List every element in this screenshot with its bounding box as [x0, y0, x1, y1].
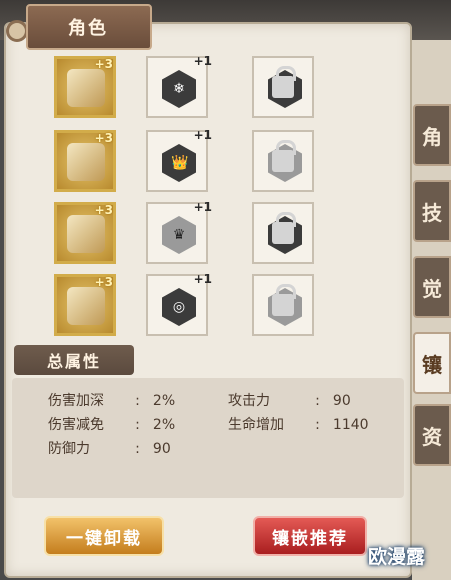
crown-gem-icon: ♛	[162, 216, 196, 254]
padlock-icon	[272, 284, 296, 316]
equipment-slot[interactable]: +3	[54, 130, 116, 192]
section-title: 总属性	[14, 345, 134, 375]
boots-icon	[67, 215, 105, 253]
crown-gem-icon: 👑	[162, 144, 196, 182]
tab-resource[interactable]: 资	[413, 404, 451, 466]
locked-slot[interactable]	[252, 202, 314, 264]
padlock-icon	[272, 212, 296, 244]
gem-row: +3 👑 +1	[46, 126, 392, 194]
gem-row: +3 ◎ +1	[46, 270, 392, 338]
padlock-icon	[272, 66, 296, 98]
snowflake-gem-icon: ❄	[162, 70, 196, 108]
tab-awaken[interactable]: 觉	[413, 256, 451, 318]
gem-plus: +1	[193, 128, 212, 142]
stat-attack: 攻击力 : 90	[228, 393, 351, 409]
stat-damage-boost: 伤害加深 : 2%	[48, 393, 176, 409]
equip-plus: +3	[94, 275, 113, 289]
padlock-icon	[272, 140, 296, 172]
equipment-slot[interactable]: +3	[54, 274, 116, 336]
sword-icon	[67, 69, 105, 107]
tab-inlay[interactable]: 镶	[413, 332, 451, 394]
stat-defense: 防御力 : 90	[48, 441, 171, 457]
gem-row: +3 ♛ +1	[46, 198, 392, 266]
gem-row: +3 ❄ +1	[46, 52, 392, 120]
gem-slot[interactable]: ◎ +1	[146, 272, 212, 336]
stats-panel: 伤害加深 : 2% 伤害减免 : 2% 防御力 : 90 攻击力 : 90 生命…	[12, 378, 404, 498]
unload-all-button[interactable]: 一键卸载	[44, 516, 164, 556]
gem-slot[interactable]: ♛ +1	[146, 200, 212, 264]
equipment-slot[interactable]: +3	[54, 56, 116, 118]
stat-health-increase: 生命增加 : 1140	[228, 417, 369, 433]
inlay-recommend-button[interactable]: 镶嵌推荐	[253, 516, 367, 556]
equip-plus: +3	[94, 203, 113, 217]
gem-slot[interactable]: ❄ +1	[146, 54, 212, 118]
page-title: 角色	[26, 4, 152, 50]
equip-plus: +3	[94, 131, 113, 145]
gem-plus: +1	[193, 54, 212, 68]
eye-gem-icon: ◎	[162, 288, 196, 326]
watermark: 欧漫露	[368, 546, 426, 568]
tab-skill[interactable]: 技	[413, 180, 451, 242]
gem-plus: +1	[193, 272, 212, 286]
amulet-icon	[67, 287, 105, 325]
corner-ring-icon	[6, 20, 28, 42]
gem-slot[interactable]: 👑 +1	[146, 128, 212, 192]
gem-plus: +1	[193, 200, 212, 214]
page-title-label: 角色	[68, 18, 108, 39]
locked-slot[interactable]	[252, 56, 314, 118]
tab-character[interactable]: 角	[413, 104, 451, 166]
equip-plus: +3	[94, 57, 113, 71]
locked-slot[interactable]	[252, 130, 314, 192]
locked-slot[interactable]	[252, 274, 314, 336]
stat-damage-reduction: 伤害减免 : 2%	[48, 417, 176, 433]
equipment-slot[interactable]: +3	[54, 202, 116, 264]
armor-icon	[67, 143, 105, 181]
